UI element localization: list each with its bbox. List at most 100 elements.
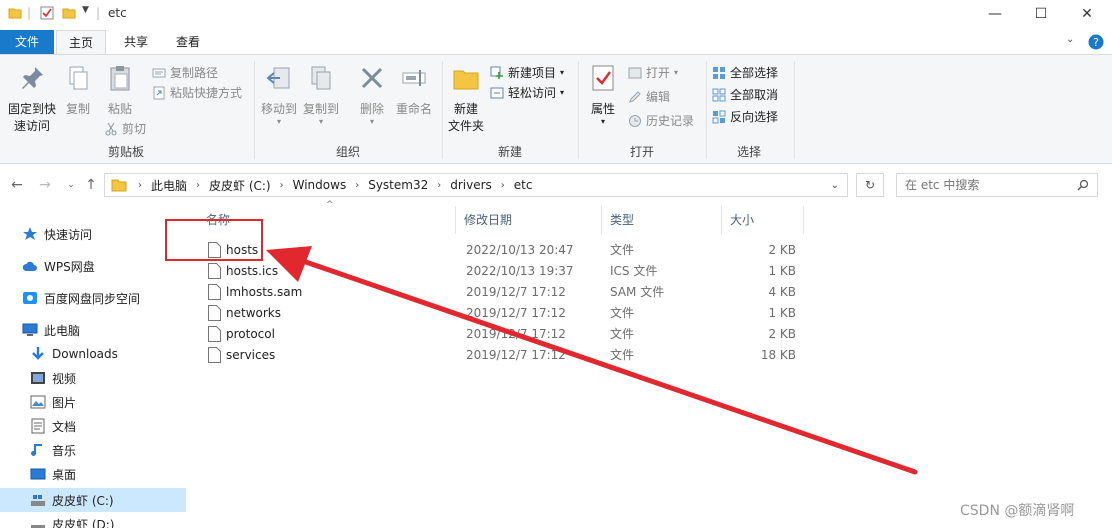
watermark: CSDN @额滴肾啊 <box>960 503 1075 519</box>
file-icon <box>208 347 221 363</box>
properties-check-icon[interactable] <box>40 6 54 20</box>
column-header-size[interactable]: 大小 <box>722 206 804 234</box>
tab-file[interactable]: 文件 <box>0 30 54 54</box>
edit-button[interactable]: 编辑 <box>628 87 704 107</box>
forward-arrow-icon[interactable]: → <box>36 176 54 194</box>
help-icon[interactable]: ? <box>1088 34 1104 50</box>
column-header-type[interactable]: 类型 <box>602 206 722 234</box>
nav-item-pictures[interactable]: 图片 <box>0 390 186 414</box>
breadcrumb-chevron-icon[interactable]: › <box>191 180 205 191</box>
new-item-button[interactable]: 新建项目 ▾ <box>490 63 576 83</box>
title-bar: | ▼ | etc — ☐ ✕ <box>0 0 1112 28</box>
address-dropdown-icon[interactable]: ⌄ <box>831 180 839 191</box>
nav-item-drive-c[interactable]: 皮皮虾 (C:) <box>0 488 186 512</box>
paste-shortcut-button[interactable]: 粘贴快捷方式 <box>152 83 252 103</box>
tab-view[interactable]: 查看 <box>164 30 212 54</box>
nav-item-label: 图片 <box>52 395 77 410</box>
dropdown-arrow-icon: ▾ <box>560 88 565 97</box>
table-row[interactable]: services 2019/12/7 17:12 文件 18 KB <box>200 345 800 366</box>
easy-access-label: 轻松访问 <box>508 86 557 100</box>
history-button[interactable]: 历史记录 <box>628 111 704 131</box>
nav-item-documents[interactable]: 文档 <box>0 414 186 438</box>
new-small-buttons: 新建项目 ▾ 轻松访问 ▾ <box>490 63 576 103</box>
tab-home[interactable]: 主页 <box>56 30 106 55</box>
copy-path-button[interactable]: 复制路径 <box>152 63 252 83</box>
file-size: 1 KB <box>768 264 796 278</box>
breadcrumb-etc[interactable]: etc <box>510 178 537 192</box>
move-to-button[interactable]: 移动到 ▾ <box>258 63 300 126</box>
search-input[interactable] <box>897 174 1073 196</box>
search-icon[interactable] <box>1077 179 1089 191</box>
move-to-label: 移动到 <box>260 102 297 116</box>
table-row[interactable]: lmhosts.sam 2019/12/7 17:12 SAM 文件 4 KB <box>200 282 800 303</box>
file-modified: 2019/12/7 17:12 <box>466 306 566 320</box>
rename-button[interactable]: 重命名 <box>392 63 436 118</box>
delete-button[interactable]: 删除 ▾ <box>354 63 390 126</box>
close-button[interactable]: ✕ <box>1064 0 1110 28</box>
nav-item-drive-d[interactable]: 皮皮虾 (D:) <box>0 512 186 528</box>
new-folder-icon[interactable] <box>62 6 76 20</box>
nav-item-label: 桌面 <box>52 467 77 482</box>
edit-label: 编辑 <box>646 90 671 104</box>
pin-quick-access-button[interactable]: 固定到快 速访问 <box>4 63 60 135</box>
copy-to-button[interactable]: 复制到 ▾ <box>300 63 342 126</box>
breadcrumb-drivers[interactable]: drivers <box>446 178 496 192</box>
download-icon <box>32 347 44 360</box>
breadcrumb-windows[interactable]: Windows <box>289 178 351 192</box>
breadcrumb-chevron-icon[interactable]: › <box>275 180 289 191</box>
breadcrumb-drive-c[interactable]: 皮皮虾 (C:) <box>205 177 275 194</box>
nav-item-downloads[interactable]: Downloads <box>0 342 186 366</box>
open-small-buttons: 打开 ▾ 编辑 历史记录 <box>628 63 704 131</box>
tab-share[interactable]: 共享 <box>112 30 160 54</box>
scissors-icon <box>105 122 117 136</box>
copy-button[interactable]: 复制 <box>60 63 96 118</box>
qa-dropdown-icon[interactable]: ▼ <box>82 5 89 15</box>
nav-item-music[interactable]: 音乐 <box>0 438 186 462</box>
copy-label: 复制 <box>65 102 90 116</box>
select-none-button[interactable]: 全部取消 <box>712 85 792 105</box>
nav-item-quick-access[interactable]: 快速访问 <box>0 222 186 246</box>
back-arrow-icon[interactable]: ← <box>8 176 26 194</box>
breadcrumb-this-pc[interactable]: 此电脑 <box>147 177 191 194</box>
breadcrumb-system32[interactable]: System32 <box>364 178 432 192</box>
search-box[interactable] <box>896 173 1098 197</box>
nav-item-baidu-sync[interactable]: 百度网盘同步空间 <box>0 286 186 310</box>
group-label-clipboard: 剪贴板 <box>107 145 144 159</box>
easy-access-button[interactable]: 轻松访问 ▾ <box>490 83 576 103</box>
copy-icon <box>69 66 88 90</box>
minimize-button[interactable]: — <box>972 0 1018 28</box>
table-row[interactable]: hosts 2022/10/13 20:47 文件 2 KB <box>200 240 800 261</box>
column-header-modified[interactable]: 修改日期 <box>456 206 602 234</box>
address-bar[interactable]: › 此电脑 › 皮皮虾 (C:) › Windows › System32 › … <box>104 173 848 197</box>
table-row[interactable]: networks 2019/12/7 17:12 文件 1 KB <box>200 303 800 324</box>
breadcrumb-chevron-icon[interactable]: › <box>350 180 364 191</box>
paste-icon <box>110 66 130 91</box>
up-arrow-icon[interactable]: ↑ <box>82 176 100 194</box>
open-button[interactable]: 打开 ▾ <box>628 63 704 83</box>
pin-label: 固定到快 速访问 <box>7 102 56 133</box>
table-row[interactable]: hosts.ics 2022/10/13 19:37 ICS 文件 1 KB <box>200 261 800 282</box>
clipboard-small-buttons: 复制路径 粘贴快捷方式 <box>152 63 252 123</box>
annotation-highlight-box <box>165 219 263 261</box>
invert-selection-button[interactable]: 反向选择 <box>712 107 792 127</box>
cut-button[interactable]: 剪切 <box>104 119 146 139</box>
recent-locations-icon[interactable]: ⌄ <box>62 176 80 194</box>
nav-item-videos[interactable]: 视频 <box>0 366 186 390</box>
nav-item-wps-drive[interactable]: WPS网盘 <box>0 254 186 278</box>
new-folder-button[interactable]: 新建 文件夹 <box>444 63 488 135</box>
breadcrumb-chevron-icon[interactable]: › <box>432 180 446 191</box>
maximize-button[interactable]: ☐ <box>1018 0 1064 28</box>
refresh-icon[interactable]: ↻ <box>856 173 884 197</box>
nav-item-desktop[interactable]: 桌面 <box>0 462 186 486</box>
file-modified: 2019/12/7 17:12 <box>466 285 566 299</box>
nav-item-this-pc[interactable]: 此电脑 <box>0 318 186 342</box>
move-to-icon <box>266 67 290 89</box>
file-type: 文件 <box>610 306 635 320</box>
select-all-button[interactable]: 全部选择 <box>712 63 792 83</box>
properties-button[interactable]: 属性 ▾ <box>584 63 622 126</box>
nav-item-label: 皮皮虾 (C:) <box>52 493 114 508</box>
ribbon-collapse-icon[interactable]: ⌄ <box>1066 34 1074 45</box>
table-row[interactable]: protocol 2019/12/7 17:12 文件 2 KB <box>200 324 800 345</box>
breadcrumb-chevron-icon[interactable]: › <box>133 180 147 191</box>
breadcrumb-chevron-icon[interactable]: › <box>496 180 510 191</box>
